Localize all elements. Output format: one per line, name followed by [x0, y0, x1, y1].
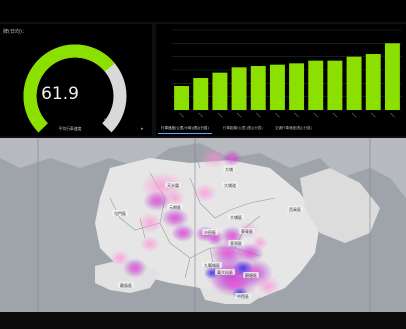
bar[interactable]	[365, 54, 381, 110]
map-view[interactable]: 天水圍 大埔大埔道屯門區 元朗區大埔區沙田區 葵青區荃灣區九龍城區 黃大仙區觀塘區 西貢區…	[0, 138, 406, 312]
gauge-title: 牌(日均)：	[3, 29, 27, 35]
bar[interactable]	[174, 86, 190, 110]
x-tick	[294, 112, 299, 118]
legend-tab-distance[interactable]: 行車距離(公里)(點)(分區)	[220, 124, 266, 133]
x-tick	[313, 112, 319, 118]
bar-chart-panel	[156, 24, 406, 136]
district-label: 沙田區	[204, 230, 216, 235]
district-label: 離島區	[120, 282, 132, 288]
district-label: 觀塘區	[245, 272, 257, 278]
bar[interactable]	[212, 72, 228, 110]
x-tick	[390, 112, 395, 118]
district-label: 黃大仙區	[217, 269, 233, 275]
bar[interactable]	[289, 63, 305, 110]
district-label: 大埔區	[230, 214, 242, 220]
bar[interactable]	[327, 60, 343, 110]
x-tick	[370, 112, 376, 118]
expand-icon[interactable]: ▸	[141, 126, 144, 132]
bar[interactable]	[269, 64, 285, 110]
bar[interactable]	[193, 78, 209, 110]
gauge-value: 61.9	[41, 84, 79, 104]
bottom-bar	[0, 312, 406, 329]
gauge-min-label: 0	[33, 118, 36, 122]
district-label: 九龍城區	[204, 262, 220, 268]
bar[interactable]	[231, 67, 247, 110]
gauge-panel	[0, 24, 152, 136]
bar[interactable]	[384, 43, 400, 110]
x-tick	[198, 112, 204, 118]
district-label: 元朗區	[169, 204, 181, 210]
bar[interactable]	[308, 60, 324, 110]
gauge-max-label: 90	[104, 118, 109, 122]
bar-chart	[172, 29, 402, 118]
district-label: 天水圍	[167, 182, 179, 188]
x-tick	[332, 112, 338, 118]
district-label: 大埔道	[224, 182, 236, 188]
hong-kong-heatmap[interactable]: 天水圍 大埔大埔道屯門區 元朗區大埔區沙田區 葵青區荃灣區九龍城區黃大仙區觀塘區 西貢區…	[0, 138, 406, 312]
district-label: 葵青區	[241, 228, 253, 234]
district-label: 大埔	[225, 166, 233, 172]
gauge-label: 平均行車速度	[58, 126, 82, 131]
district-label: 中西區	[237, 293, 249, 299]
bar[interactable]	[346, 56, 362, 110]
x-tick	[217, 112, 223, 118]
x-tick	[236, 112, 242, 118]
x-tick	[275, 112, 280, 118]
legend-tabs: 行車速度(公里/小時)(點)(分區) 行車距離(公里)(點)(分區) 交通行車速…	[156, 124, 406, 134]
district-label: 西貢區	[289, 207, 301, 212]
top-toolbar	[0, 0, 406, 22]
x-tick	[179, 112, 184, 118]
x-tick	[255, 112, 261, 118]
district-label: 荃灣區	[230, 240, 242, 246]
legend-tab-traffic[interactable]: 交通行車速度(點)(分區)	[272, 124, 315, 133]
bar[interactable]	[250, 66, 266, 110]
x-tick	[351, 112, 357, 118]
district-label: 屯門區	[114, 210, 126, 216]
legend-tab-speed[interactable]: 行車速度(公里/小時)(點)(分區)	[158, 124, 212, 134]
